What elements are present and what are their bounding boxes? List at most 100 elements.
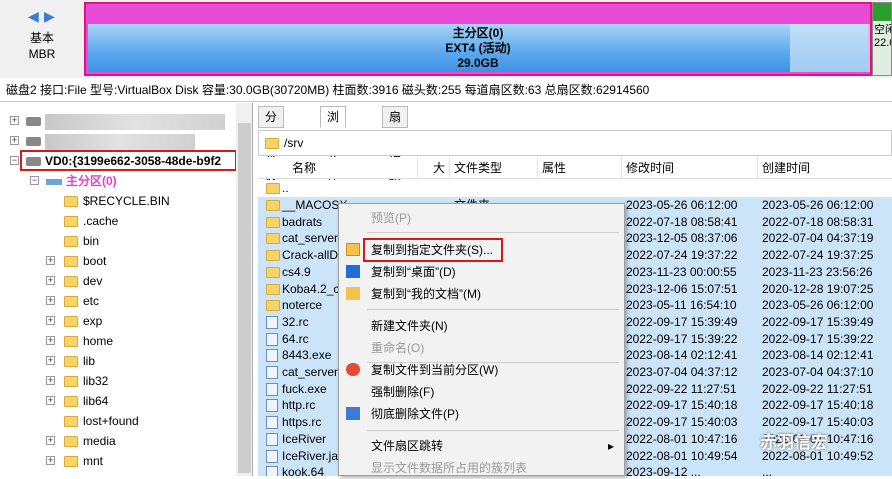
file-name: IceRiver <box>282 431 327 446</box>
folder-icon <box>266 200 280 211</box>
tab-sector-edit[interactable]: 扇区编辑 <box>382 106 409 184</box>
col-attr[interactable]: 属性 <box>538 157 622 179</box>
file-name: https.rc <box>282 415 322 430</box>
tree-scrollbar[interactable] <box>238 123 251 473</box>
expand-icon[interactable]: + <box>46 396 55 405</box>
tree-folder[interactable]: + mnt <box>46 451 104 471</box>
menu-force-delete[interactable]: 强制删除(F) <box>339 381 624 403</box>
menu-rename[interactable]: 重命名(O) <box>339 337 624 359</box>
expand-icon[interactable]: + <box>46 276 55 285</box>
file-created: 2022-07-04 04:37:19 <box>762 231 874 246</box>
next-disk-icon[interactable]: ▶ <box>44 8 55 25</box>
path-bar: /srv <box>258 130 892 156</box>
file-name: IceRiver.ja <box>282 448 339 463</box>
tree-folder[interactable]: + lib <box>46 351 95 371</box>
file-icon <box>266 382 278 396</box>
tree-folder[interactable]: + boot <box>46 251 106 271</box>
col-size[interactable]: 大小 <box>418 157 450 197</box>
file-modified: 2023-08-14 02:12:41 <box>626 348 738 363</box>
menu-sector-jump[interactable]: 文件扇区跳转 ▸ <box>339 435 624 457</box>
folder-icon <box>64 456 78 468</box>
file-created: ... <box>762 465 773 476</box>
file-icon <box>266 349 278 363</box>
tree-folder[interactable]: + lib32 <box>46 371 108 391</box>
file-created: 2022-07-24 19:37:25 <box>762 248 874 263</box>
expand-icon[interactable]: + <box>46 296 55 305</box>
column-header: 名称 大小 文件类型 属性 修改时间 创建时间 <box>258 157 892 197</box>
folder-icon <box>64 216 78 228</box>
expand-icon[interactable]: + <box>46 376 55 385</box>
expand-icon[interactable]: + <box>46 356 55 365</box>
file-created: 2023-05-26 06:12:00 <box>762 198 874 212</box>
menu-new-folder[interactable]: 新建文件夹(N) <box>339 315 624 337</box>
folder-icon <box>64 336 78 348</box>
disk-map-bar: ◀ ▶ 基本 MBR 主分区(0) EXT4 (活动) 29.0GB 空闲 22… <box>0 0 892 78</box>
folder-icon <box>64 376 78 388</box>
expand-icon[interactable]: + <box>46 256 55 265</box>
menu-copy-to-docs[interactable]: 复制到“我的文档”(M) <box>339 283 624 305</box>
folder-icon <box>266 266 280 278</box>
menu-preview[interactable]: 预览(P) <box>339 207 624 229</box>
tab-browse-files[interactable]: 浏览文件 <box>320 106 347 184</box>
file-modified: 2023-11-23 00:00:55 <box>626 264 737 279</box>
col-name[interactable]: 名称 <box>258 157 418 179</box>
folder-icon <box>266 300 280 312</box>
col-type[interactable]: 文件类型 <box>450 157 538 179</box>
file-modified: 2022-08-01 10:49:54 <box>626 448 738 463</box>
expand-icon[interactable]: + <box>46 456 55 465</box>
shredder-icon <box>346 407 360 420</box>
file-created: 2022-09-22 11:27:51 <box>762 381 873 396</box>
tree-folder[interactable]: .cache <box>50 211 118 231</box>
file-icon <box>266 466 278 476</box>
file-icon <box>266 332 278 346</box>
tree-folder[interactable]: lost+found <box>50 411 139 431</box>
tree-item-partition[interactable]: − 主分区(0) <box>30 171 117 191</box>
tree-folder[interactable]: $RECYCLE.BIN <box>50 191 170 211</box>
tree-folder[interactable]: + dev <box>46 271 103 291</box>
folder-icon <box>64 236 78 248</box>
free-space-block[interactable]: 空闲 22.0 <box>872 2 892 76</box>
prev-disk-icon[interactable]: ◀ <box>28 8 39 25</box>
file-modified: 2022-09-17 15:40:03 <box>626 415 738 430</box>
file-modified: 2022-09-17 15:40:18 <box>626 398 738 413</box>
tab-partition-params[interactable]: 分区参数 <box>258 106 285 184</box>
file-modified: 2022-09-22 11:27:51 <box>626 381 737 396</box>
file-name: noterce <box>282 298 323 313</box>
tree-folder[interactable]: + lib64 <box>46 391 108 411</box>
file-name: cat_server <box>282 365 339 379</box>
menu-copy-to-desktop[interactable]: 复制到“桌面”(D) <box>339 261 624 283</box>
file-modified: 2022-09-17 15:39:22 <box>626 331 738 346</box>
folder-label: dev <box>83 274 103 288</box>
folder-label: home <box>83 334 114 348</box>
file-created: 2022-09-17 15:39:22 <box>762 331 874 346</box>
expand-icon[interactable]: + <box>46 436 55 445</box>
menu-wipe-delete[interactable]: 彻底删除文件(P) <box>339 403 624 425</box>
folder-label: exp <box>83 314 103 328</box>
file-name: .. <box>282 181 289 195</box>
desktop-icon <box>346 265 360 278</box>
folder-icon <box>266 183 280 194</box>
file-created: 2023-07-04 04:37:10 <box>762 365 874 379</box>
tree-folder[interactable]: + etc <box>46 291 99 311</box>
col-created[interactable]: 创建时间 <box>758 157 892 179</box>
tree-item-disk1[interactable]: + <box>10 131 195 151</box>
menu-copy-to-current[interactable]: 复制文件到当前分区(W) <box>339 359 624 381</box>
file-name: 32.rc <box>282 314 309 329</box>
tree-folder[interactable]: + media <box>46 431 116 451</box>
file-modified: 2022-09-17 15:39:49 <box>626 314 738 329</box>
col-modified[interactable]: 修改时间 <box>622 157 758 179</box>
file-modified: 2023-09-12 ... <box>626 465 701 476</box>
file-created: 2023-05-26 06:12:00 <box>762 298 874 313</box>
partition-block-main[interactable]: 主分区(0) EXT4 (活动) 29.0GB <box>84 2 872 76</box>
file-row[interactable]: .. <box>258 180 892 197</box>
file-icon <box>266 449 278 463</box>
tree-folder[interactable]: + home <box>46 331 114 351</box>
tree-item-disk0[interactable]: + <box>10 111 225 131</box>
folder-icon <box>64 196 78 208</box>
tree-folder[interactable]: bin <box>50 231 99 251</box>
folder-label: mnt <box>83 454 104 468</box>
tree-folder[interactable]: + exp <box>46 311 103 331</box>
expand-icon[interactable]: + <box>46 336 55 345</box>
expand-icon[interactable]: + <box>46 316 55 325</box>
file-name: badrats <box>282 214 323 229</box>
